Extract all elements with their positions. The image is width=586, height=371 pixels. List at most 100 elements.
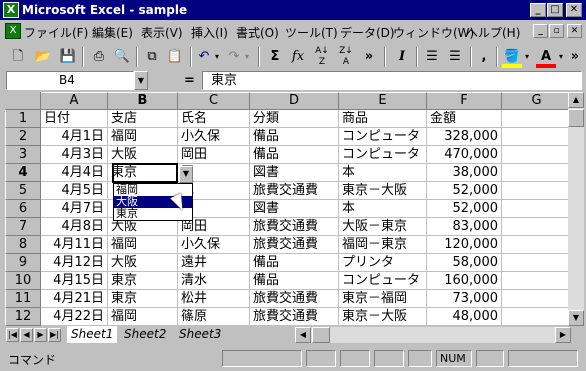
- cell-d12[interactable]: 旅費交通費: [250, 308, 339, 326]
- sort-ascending-icon[interactable]: A↓ Z: [312, 46, 332, 68]
- cell-e12[interactable]: 東京－大阪: [339, 308, 427, 326]
- cell-f10[interactable]: 160,000: [427, 272, 502, 290]
- save-icon[interactable]: 💾: [58, 46, 78, 68]
- horizontal-scrollbar[interactable]: ◀ ▶: [295, 327, 571, 343]
- menu-format[interactable]: 書式(O): [236, 24, 279, 41]
- cell-f3[interactable]: 470,000: [427, 146, 502, 164]
- close-icon[interactable]: ✕: [566, 3, 582, 17]
- edit-formula-button[interactable]: =: [184, 73, 195, 88]
- undo-icon[interactable]: ↶: [196, 46, 212, 68]
- row-header-5[interactable]: 5: [5, 182, 41, 200]
- cell-a2[interactable]: 4月1日: [41, 128, 108, 146]
- cell-g9[interactable]: [502, 254, 568, 272]
- menu-file[interactable]: ファイル(F): [24, 24, 88, 41]
- cell-a7[interactable]: 4月8日: [41, 218, 108, 236]
- cell-a9[interactable]: 4月12日: [41, 254, 108, 272]
- row-header-6[interactable]: 6: [5, 200, 41, 218]
- cell-g3[interactable]: [502, 146, 568, 164]
- column-header-d[interactable]: D: [250, 92, 339, 110]
- tab-sheet2[interactable]: Sheet2: [120, 326, 170, 343]
- row-header-1[interactable]: 1: [5, 110, 41, 128]
- toolbar-more-icon-2[interactable]: »: [568, 46, 582, 68]
- row-header-4[interactable]: 4: [5, 164, 41, 182]
- cell-f4[interactable]: 38,000: [427, 164, 502, 182]
- cell-e5[interactable]: 東京－大阪: [339, 182, 427, 200]
- fill-color-icon[interactable]: 🪣: [502, 46, 522, 68]
- cell-g8[interactable]: [502, 236, 568, 254]
- scroll-right-icon[interactable]: ▶: [555, 327, 571, 343]
- column-header-b[interactable]: B: [108, 92, 178, 110]
- cell-a3[interactable]: 4月3日: [41, 146, 108, 164]
- font-color-icon[interactable]: A: [536, 46, 556, 68]
- scroll-thumb[interactable]: [568, 109, 584, 127]
- cell-f6[interactable]: 52,000: [427, 200, 502, 218]
- worksheet-grid[interactable]: ABCDEFG 1 日付 支店 氏名 分類 商品 金額 2 4月1日 福岡 小久保 備品 コンピュータ 3…: [5, 92, 568, 326]
- cell-a12[interactable]: 4月22日: [41, 308, 108, 326]
- row-header-2[interactable]: 2: [5, 128, 41, 146]
- cell-b1[interactable]: 支店: [108, 110, 178, 128]
- cell-g1[interactable]: [502, 110, 568, 128]
- cell-a5[interactable]: 4月5日: [41, 182, 108, 200]
- prev-sheet-icon[interactable]: ◀: [20, 328, 33, 342]
- cell-a4[interactable]: 4月4日: [41, 164, 108, 182]
- cell-f7[interactable]: 83,000: [427, 218, 502, 236]
- cell-g5[interactable]: [502, 182, 568, 200]
- cell-c1[interactable]: 氏名: [178, 110, 250, 128]
- excel-icon[interactable]: X: [3, 2, 19, 18]
- cell-a8[interactable]: 4月11日: [41, 236, 108, 254]
- row-header-12[interactable]: 12: [5, 308, 41, 326]
- cell-b2[interactable]: 福岡: [108, 128, 178, 146]
- cell-e1[interactable]: 商品: [339, 110, 427, 128]
- row-header-3[interactable]: 3: [5, 146, 41, 164]
- align-center-icon[interactable]: ☰: [422, 46, 442, 68]
- next-sheet-icon[interactable]: ▶: [34, 328, 47, 342]
- cell-d5[interactable]: 旅費交通費: [250, 182, 339, 200]
- select-all-button[interactable]: [5, 92, 41, 110]
- vertical-scrollbar[interactable]: ▲ ▼: [568, 92, 584, 326]
- paste-icon[interactable]: 📋: [165, 46, 185, 68]
- cell-b4[interactable]: 東京: [108, 164, 178, 182]
- doc-restore-icon[interactable]: ▫: [549, 24, 564, 38]
- cell-e9[interactable]: プリンタ: [339, 254, 427, 272]
- cell-d10[interactable]: 備品: [250, 272, 339, 290]
- cell-e10[interactable]: コンピュータ: [339, 272, 427, 290]
- cell-d8[interactable]: 旅費交通費: [250, 236, 339, 254]
- font-color-dropdown-icon[interactable]: ▾: [556, 46, 566, 68]
- align-right-icon[interactable]: ☰: [445, 46, 465, 68]
- workbook-icon[interactable]: X: [5, 23, 21, 39]
- cell-d11[interactable]: 旅費交通費: [250, 290, 339, 308]
- column-header-c[interactable]: C: [178, 92, 250, 110]
- cell-b12[interactable]: 福岡: [108, 308, 178, 326]
- menu-tools[interactable]: ツール(T): [285, 24, 338, 41]
- cell-d9[interactable]: 備品: [250, 254, 339, 272]
- doc-minimize-icon[interactable]: _: [533, 24, 548, 38]
- cell-b9[interactable]: 大阪: [108, 254, 178, 272]
- cell-e4[interactable]: 本: [339, 164, 427, 182]
- menu-edit[interactable]: 編集(E): [92, 24, 133, 41]
- cell-a1[interactable]: 日付: [41, 110, 108, 128]
- column-header-g[interactable]: G: [502, 92, 568, 110]
- cell-g11[interactable]: [502, 290, 568, 308]
- cell-e6[interactable]: 本: [339, 200, 427, 218]
- toolbar-more-icon[interactable]: »: [362, 46, 376, 68]
- autocomplete-dropdown-icon[interactable]: ▼: [179, 166, 193, 183]
- cell-e2[interactable]: コンピュータ: [339, 128, 427, 146]
- cell-f1[interactable]: 金額: [427, 110, 502, 128]
- cell-b8[interactable]: 福岡: [108, 236, 178, 254]
- cell-e7[interactable]: 大阪－東京: [339, 218, 427, 236]
- menu-window[interactable]: ウィンドウ(W): [393, 24, 474, 41]
- scroll-up-icon[interactable]: ▲: [568, 92, 584, 108]
- copy-icon[interactable]: ⧉: [142, 46, 162, 68]
- sort-descending-icon[interactable]: Z↓ A: [336, 46, 356, 68]
- scroll-left-icon[interactable]: ◀: [295, 327, 311, 343]
- column-header-e[interactable]: E: [339, 92, 427, 110]
- cell-b3[interactable]: 大阪: [108, 146, 178, 164]
- cell-a6[interactable]: 4月7日: [41, 200, 108, 218]
- new-icon[interactable]: 🗋: [8, 46, 28, 68]
- cell-d1[interactable]: 分類: [250, 110, 339, 128]
- cell-f8[interactable]: 120,000: [427, 236, 502, 254]
- cell-c8[interactable]: 小久保: [178, 236, 250, 254]
- tab-sheet1[interactable]: Sheet1: [67, 326, 118, 343]
- menu-data[interactable]: データ(D): [340, 24, 395, 41]
- menu-help[interactable]: ヘルプ(H): [466, 24, 520, 41]
